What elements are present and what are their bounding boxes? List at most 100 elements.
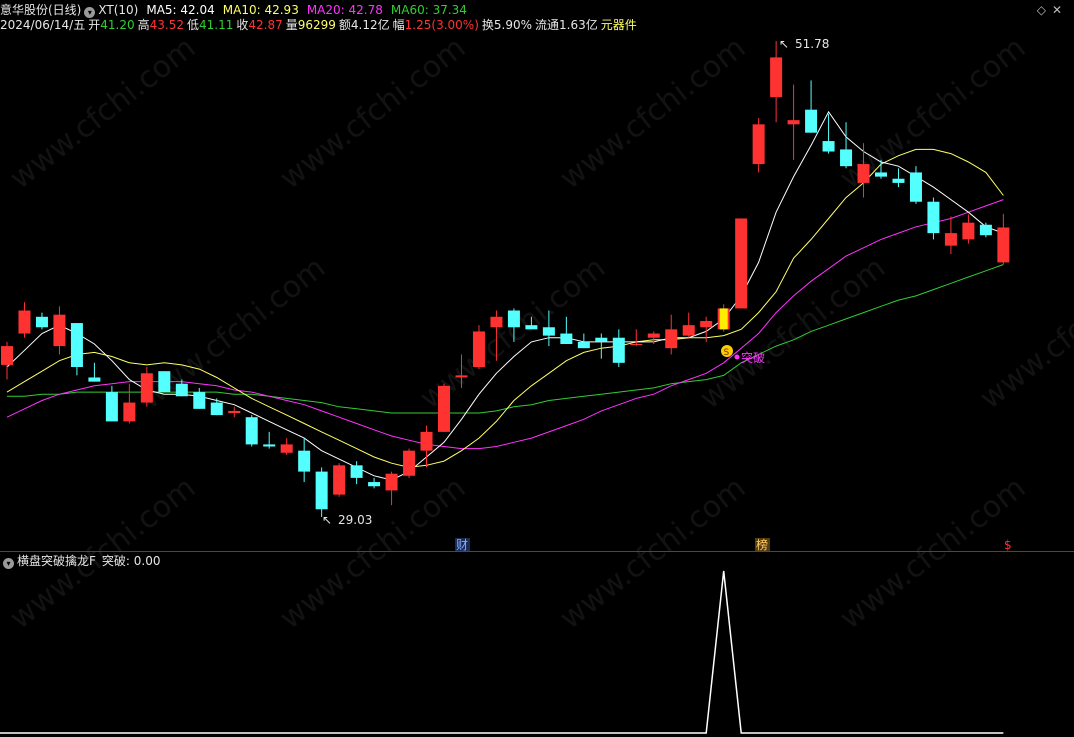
candle-body [298, 450, 311, 472]
candle [105, 385, 118, 422]
finance-badge-label: 财 [456, 538, 468, 552]
candle-body [595, 337, 608, 342]
candle [18, 302, 31, 338]
candle [752, 118, 765, 173]
candle-body [962, 222, 975, 240]
candle-body [315, 471, 328, 510]
candle [315, 467, 328, 517]
candle-body [333, 465, 346, 495]
candle-body [70, 323, 83, 368]
candle [245, 415, 258, 447]
candle-body [822, 141, 835, 152]
candle-body [385, 473, 398, 491]
candle-body [1, 346, 13, 365]
candle-body [490, 316, 503, 328]
candle [892, 168, 905, 188]
candle [979, 222, 992, 238]
watermark-text: www.cfchi.com [3, 30, 202, 196]
candle-body [438, 385, 450, 432]
candle [787, 84, 800, 160]
candle [927, 197, 940, 240]
candle [420, 425, 433, 468]
watermark-text: www.cfchi.com [973, 250, 1074, 416]
candle [298, 438, 311, 483]
watermark-text: www.cfchi.com [833, 470, 1032, 636]
candle-body [193, 392, 206, 409]
candle [53, 306, 66, 355]
kline-chart[interactable]: www.cfchi.com www.cfchi.com www.cfchi.com w… [0, 0, 1074, 737]
candle [228, 406, 241, 418]
candle [368, 477, 381, 489]
candle-body [210, 402, 223, 416]
candle-body [455, 375, 468, 378]
candle-body [140, 373, 153, 403]
candle [595, 333, 608, 359]
candle [210, 398, 223, 416]
candle [962, 214, 975, 244]
candle [612, 329, 625, 368]
dollar-icon: $ [1004, 538, 1012, 552]
candle-body [997, 227, 1010, 263]
candle [35, 312, 48, 330]
candle [385, 471, 398, 506]
candle-body [577, 341, 590, 349]
candle-body [175, 383, 188, 397]
high-price-label: 51.78 [795, 37, 829, 51]
candle-body [280, 444, 293, 453]
candle [70, 323, 83, 376]
candle-body [525, 325, 538, 330]
signal-bar [719, 308, 728, 330]
candle [840, 122, 853, 169]
candle [280, 438, 293, 455]
candle-body [105, 392, 118, 422]
indicator-value: 突破: 0.00 [101, 554, 161, 568]
candle-body [245, 417, 258, 445]
watermark-layer: www.cfchi.com www.cfchi.com www.cfchi.com w… [3, 30, 1074, 636]
candle-body [88, 377, 101, 382]
watermark-text: www.cfchi.com [553, 30, 752, 196]
candle-body [892, 178, 905, 183]
watermark-text: www.cfchi.com [273, 470, 472, 636]
candle [665, 314, 678, 355]
candle-body [403, 450, 416, 476]
rank-badge-label: 榜 [756, 537, 768, 552]
candle-body [158, 371, 171, 393]
candle [997, 213, 1010, 265]
candle-body [770, 57, 783, 98]
candle [88, 362, 101, 382]
candle [140, 367, 153, 407]
candle-body [542, 327, 555, 336]
candle-body [927, 201, 940, 234]
candle-body [857, 164, 870, 183]
candle [158, 371, 171, 393]
chevron-down-icon[interactable]: ▾ [3, 558, 14, 569]
candle-body [979, 224, 992, 236]
candle-body [875, 172, 887, 177]
candle-body [35, 316, 48, 328]
candle-body [612, 337, 625, 363]
candle-body [263, 444, 276, 447]
candle-body [840, 149, 853, 167]
candle [193, 387, 206, 409]
low-arrow-icon: ↖ [322, 513, 332, 527]
candle [770, 41, 783, 123]
candle-body [18, 310, 31, 334]
candle-body [682, 325, 695, 336]
low-price-label: 29.03 [338, 513, 372, 527]
coin-glyph: S [724, 348, 730, 358]
watermark-text: www.cfchi.com [553, 470, 752, 636]
candle-body [805, 109, 818, 133]
candle [682, 312, 695, 338]
candle-body [944, 233, 957, 246]
indicator-title[interactable]: 横盘突破擒龙F [17, 554, 96, 568]
candle-body [665, 329, 678, 349]
watermark-text: www.cfchi.com [693, 250, 892, 416]
candle-body [735, 218, 748, 309]
indicator-header: ▾ 横盘突破擒龙F 突破: 0.00 [0, 553, 163, 569]
ma10-line [6, 148, 1004, 468]
candle-body [350, 465, 363, 478]
candle [944, 216, 957, 255]
candle-body [630, 343, 643, 345]
candle-body [700, 320, 713, 328]
candle [333, 463, 346, 497]
